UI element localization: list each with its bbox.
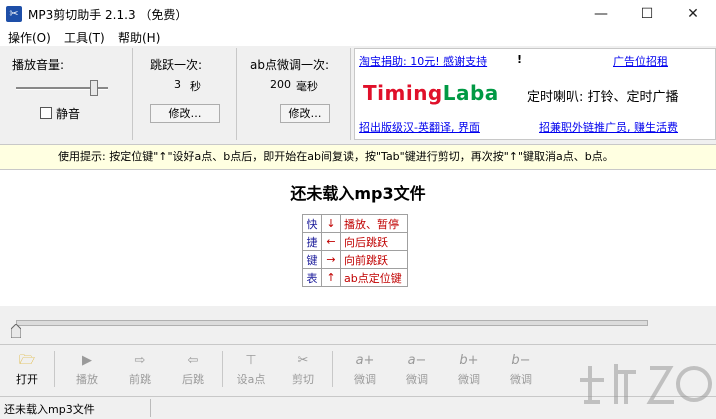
right-arrow-icon: → (321, 250, 341, 269)
a-plus-label: 微调 (354, 373, 376, 386)
usage-tip-bar: 使用提示: 按定位键"↑"设好a点、b点后，即开始在ab间复读，按"Tab"键进… (0, 144, 716, 170)
set-a-label: 设a点 (236, 373, 266, 386)
scissors-icon: ✂ (297, 353, 309, 368)
playback-progress-track[interactable] (16, 320, 648, 326)
status-separator (150, 399, 151, 417)
marker-icon: ⊤ (245, 353, 257, 368)
close-button[interactable]: ✕ (670, 0, 716, 28)
mute-label: 静音 (56, 107, 81, 121)
set-a-point-button[interactable]: ⊤ 设a点 (228, 353, 274, 387)
jump-panel: 跳跃一次: 3 秒 修改… (134, 48, 237, 140)
status-heading: 还未载入mp3文件 (290, 184, 426, 203)
playback-progress-thumb[interactable] (11, 324, 21, 338)
b-minus-adjust-button[interactable]: b− 微调 (498, 353, 544, 387)
shortcut-row: 捷 ← 向后跳跃 (302, 232, 408, 251)
ab-adjust-value: 200 (270, 78, 291, 91)
toolbar-separator (222, 351, 223, 387)
forward-label: 前跳 (129, 373, 151, 386)
shortcut-row: 快 ↓ 播放、暂停 (302, 214, 408, 233)
a-plus-adjust-button[interactable]: a+ 微调 (342, 353, 388, 387)
up-arrow-icon: ↑ (321, 268, 341, 287)
app-scissors-icon: ✂ (6, 6, 22, 22)
menu-operate[interactable]: 操作(O) (8, 29, 51, 46)
shortcut-title-char: 捷 (302, 232, 322, 251)
a-minus-adjust-button[interactable]: a− 微调 (394, 353, 440, 387)
down-arrow-icon: ↓ (321, 214, 341, 233)
cut-button[interactable]: ✂ 剪切 (280, 353, 326, 387)
jump-forward-icon: ⇨ (134, 353, 146, 368)
toolbar-separator (54, 351, 55, 387)
jump-value: 3 (174, 78, 181, 91)
play-label: 播放 (76, 373, 98, 386)
toolbar-separator (332, 351, 333, 387)
shortcut-title-char: 快 (302, 214, 322, 233)
play-button[interactable]: ▶ 播放 (64, 353, 110, 387)
shortcut-table: 快 ↓ 播放、暂停 捷 ← 向后跳跃 键 → 向前跳跃 表 ↑ ab点定位键 (302, 214, 408, 287)
promoter-recruit-link[interactable]: 招兼职外链推广员, 赚生活费 (539, 119, 678, 135)
b-plus-adjust-button[interactable]: b+ 微调 (446, 353, 492, 387)
open-button[interactable]: 🗁 打开 (4, 353, 50, 387)
shortcut-title-char: 键 (302, 250, 322, 269)
menu-help[interactable]: 帮助(H) (118, 29, 160, 46)
volume-slider-thumb[interactable] (90, 80, 99, 96)
b-minus-icon: b− (511, 353, 531, 368)
open-label: 打开 (16, 373, 38, 386)
jump-back-button[interactable]: ⇦ 后跳 (170, 353, 216, 387)
a-plus-icon: a+ (355, 353, 375, 368)
shortcut-row: 键 → 向前跳跃 (302, 250, 408, 269)
ab-adjust-unit: 毫秒 (296, 80, 318, 93)
watermark-logo (580, 364, 712, 404)
translation-recruit-link[interactable]: 招出版级汉-英翻译, 界面 (359, 119, 480, 135)
timinglaba-logo[interactable]: TimingLaba (363, 81, 499, 105)
maximize-button[interactable]: ☐ (624, 0, 670, 28)
ad-panel: 淘宝捐助: 10元! 感谢支持 ! 广告位招租 TimingLaba 定时喇叭:… (354, 48, 716, 140)
shortcut-desc: 播放、暂停 (340, 214, 408, 233)
main-display: 还未载入mp3文件 快 ↓ 播放、暂停 捷 ← 向后跳跃 键 → 向前跳跃 表 … (0, 170, 716, 306)
shortcut-desc: 向后跳跃 (340, 232, 408, 251)
menu-tools[interactable]: 工具(T) (64, 29, 105, 46)
left-arrow-icon: ← (321, 232, 341, 251)
shortcut-desc: ab点定位键 (340, 268, 408, 287)
jump-unit: 秒 (190, 80, 201, 93)
shortcut-title-char: 表 (302, 268, 322, 287)
mute-checkbox[interactable] (40, 107, 52, 119)
shortcut-row: 表 ↑ ab点定位键 (302, 268, 408, 287)
volume-label: 播放音量: (12, 58, 65, 72)
back-label: 后跳 (182, 373, 204, 386)
title-bar[interactable]: ✂ MP3剪切助手 2.1.3 （免费） — ☐ ✕ (0, 0, 716, 28)
timinglaba-slogan[interactable]: 定时喇叭: 打铃、定时广播 (527, 86, 679, 105)
status-text: 还未载入mp3文件 (4, 403, 95, 416)
ab-adjust-label: ab点微调一次: (250, 58, 330, 72)
ab-adjust-panel: ab点微调一次: 200 毫秒 修改… (238, 48, 351, 140)
b-plus-icon: b+ (459, 353, 479, 368)
minimize-button[interactable]: — (578, 0, 624, 28)
shortcut-desc: 向前跳跃 (340, 250, 408, 269)
jump-back-icon: ⇦ (187, 353, 199, 368)
a-minus-label: 微调 (406, 373, 428, 386)
ab-modify-button[interactable]: 修改… (280, 104, 330, 123)
window-title: MP3剪切助手 2.1.3 （免费） (28, 8, 188, 22)
cut-label: 剪切 (292, 373, 314, 386)
jump-modify-button[interactable]: 修改… (150, 104, 220, 123)
ad-rent-link[interactable]: 广告位招租 (613, 53, 668, 69)
menu-bar: 操作(O) 工具(T) 帮助(H) (0, 28, 716, 46)
jump-forward-button[interactable]: ⇨ 前跳 (117, 353, 163, 387)
donate-suffix: ! (517, 53, 523, 66)
donate-link[interactable]: 淘宝捐助: 10元! 感谢支持 (359, 53, 487, 69)
volume-panel: 播放音量: 静音 (0, 48, 133, 140)
jump-label: 跳跃一次: (150, 58, 203, 72)
folder-icon: 🗁 (18, 353, 36, 368)
play-icon: ▶ (82, 353, 92, 368)
b-minus-label: 微调 (510, 373, 532, 386)
a-minus-icon: a− (407, 353, 427, 368)
b-plus-label: 微调 (458, 373, 480, 386)
